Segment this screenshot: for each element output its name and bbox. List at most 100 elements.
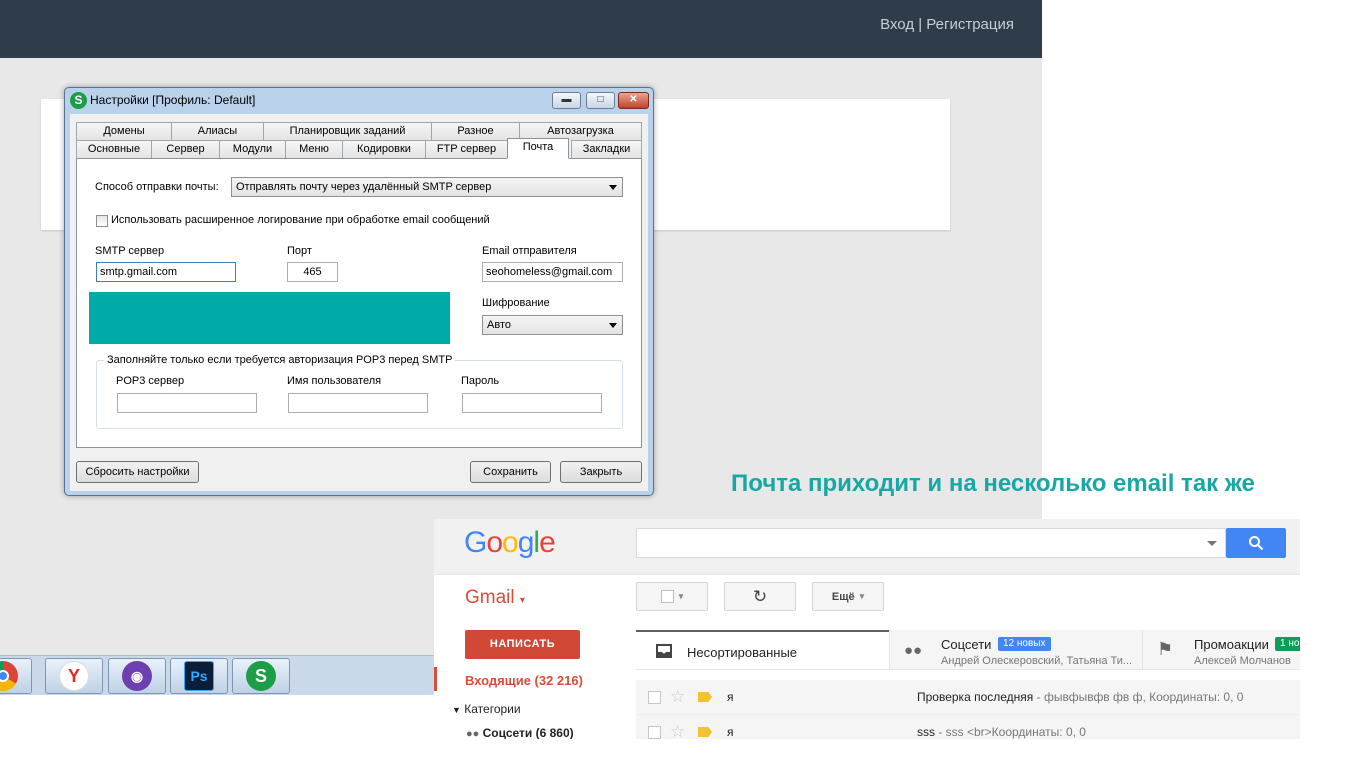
tab-social-senders: Андрей Олескеровский, Татьяна Ти... [941, 655, 1133, 667]
app-logo-icon: S [70, 92, 87, 109]
logo-letter: o [502, 526, 519, 559]
logo-letter: o [486, 526, 503, 559]
send-method-select[interactable]: Отправлять почту через удалённый SMTP се… [231, 177, 623, 197]
password-label: Пароль [461, 375, 500, 387]
taskbar-photoshop-button[interactable]: Ps [170, 658, 228, 694]
sender-email-label: Email отправителя [482, 245, 577, 257]
mail-tab-panel: Способ отправки почты: Отправлять почту … [76, 158, 642, 448]
smtp-server-input[interactable]: smtp.gmail.com [96, 262, 236, 282]
tab-ftp-server[interactable]: FTP сервер [425, 140, 508, 158]
more-button[interactable]: Ещё ▾ [812, 582, 884, 611]
maximize-button[interactable]: □ [586, 92, 615, 109]
inbox-folder[interactable]: Входящие (32 216) [465, 673, 583, 688]
new-count-badge: 1 но [1275, 637, 1300, 651]
dialog-titlebar[interactable]: S Настройки [Профиль: Default] ▬ □ ✕ [65, 88, 653, 114]
gmail-window: Google Gmail ▾ ▾ ↻ Ещё ▾ НАПИСАТЬ Входящ… [434, 519, 1300, 739]
password-input[interactable] [462, 393, 602, 413]
tab-social[interactable]: ●● Соцсети 12 новых Андрей Олескеровский… [889, 630, 1142, 670]
caret-down-icon: ▾ [859, 591, 865, 601]
search-button[interactable] [1226, 528, 1286, 558]
more-button-label: Ещё [831, 590, 855, 603]
compose-button[interactable]: НАПИСАТЬ [465, 630, 580, 659]
email-sender: я [727, 690, 734, 704]
save-button[interactable]: Сохранить [470, 461, 551, 483]
importance-icon[interactable] [698, 692, 712, 702]
email-subject-line: sss - sss <br>Координаты: 0, 0 [917, 725, 1086, 739]
gmail-search-input[interactable] [636, 528, 1226, 558]
tab-menu[interactable]: Меню [285, 140, 343, 158]
extended-logging-checkbox[interactable] [96, 215, 108, 227]
tab-modules[interactable]: Модули [219, 140, 286, 158]
tab-promotions[interactable]: ⚑ Промоакции 1 но Алексей Молчанов [1142, 630, 1300, 670]
site-header: Вход | Регистрация [0, 0, 1042, 58]
social-folder[interactable]: ●● Соцсети (6 860) [466, 726, 574, 739]
search-icon [1249, 536, 1264, 551]
categories-folder[interactable]: ▼ Категории [452, 702, 521, 716]
gmail-header: Google [434, 519, 1300, 575]
encryption-select[interactable]: Авто [482, 315, 623, 335]
username-label: Имя пользователя [287, 375, 382, 387]
email-row[interactable]: ☆ я Проверка последняя - фывфывфв фв ф, … [636, 680, 1300, 715]
port-input[interactable]: 465 [287, 262, 338, 282]
tab-promotions-title: Промоакции [1194, 637, 1269, 652]
email-checkbox[interactable] [648, 691, 661, 704]
encryption-value: Авто [487, 319, 511, 331]
login-register-link[interactable]: Вход | Регистрация [880, 16, 1014, 33]
tab-aliases[interactable]: Алиасы [171, 122, 264, 140]
google-logo[interactable]: Google [464, 526, 556, 560]
inbox-icon [656, 644, 672, 658]
close-button[interactable]: Закрыть [560, 461, 642, 483]
tab-promotions-senders: Алексей Молчанов [1194, 655, 1291, 667]
encryption-label: Шифрование [482, 297, 550, 309]
new-count-badge: 12 новых [998, 637, 1051, 651]
taskbar-github-button[interactable]: ◉ [108, 658, 166, 694]
pop3-server-input[interactable] [117, 393, 257, 413]
dialog-title: Настройки [Профиль: Default] [90, 93, 256, 107]
taskbar-yandex-button[interactable]: Y [45, 658, 103, 694]
reset-settings-button[interactable]: Сбросить настройки [76, 461, 199, 483]
checkbox-icon [660, 590, 674, 603]
tab-server[interactable]: Сервер [151, 140, 220, 158]
email-row[interactable]: ☆ я sss - sss <br>Координаты: 0, 0 [636, 715, 1300, 739]
taskbar-chrome-button[interactable] [0, 658, 32, 694]
tab-general[interactable]: Основные [76, 140, 152, 158]
username-input[interactable] [288, 393, 428, 413]
tab-mail[interactable]: Почта [507, 138, 569, 159]
sender-email-input[interactable]: seohomeless@gmail.com [482, 262, 623, 282]
tab-bookmarks[interactable]: Закладки [571, 140, 642, 158]
star-icon[interactable]: ☆ [670, 722, 685, 739]
pop3-group-title: Заполняйте только если требуется авториз… [104, 354, 456, 366]
refresh-button[interactable]: ↻ [724, 582, 796, 611]
email-subject: Проверка последняя [917, 690, 1034, 704]
logo-letter: e [539, 526, 556, 559]
github-icon: ◉ [122, 661, 152, 691]
tab-social-title: Соцсети [941, 637, 992, 652]
search-options-icon[interactable] [1207, 541, 1217, 546]
tab-primary[interactable]: Несортированные [636, 630, 889, 670]
settings-dialog: S Настройки [Профиль: Default] ▬ □ ✕ Дом… [64, 87, 654, 496]
pop3-server-label: POP3 сервер [116, 375, 185, 387]
taskbar-seo-app-button[interactable]: S [232, 658, 290, 694]
email-subject: sss [917, 725, 935, 739]
email-sender: я [727, 725, 734, 739]
select-checkbox-button[interactable]: ▾ [636, 582, 708, 611]
tab-scheduler[interactable]: Планировщик заданий [263, 122, 432, 140]
gmail-app-switcher[interactable]: Gmail ▾ [465, 587, 525, 609]
star-icon[interactable]: ☆ [670, 687, 685, 707]
logo-letter: G [464, 526, 487, 559]
chrome-icon [0, 661, 18, 691]
caret-down-icon: ▾ [678, 591, 684, 601]
importance-icon[interactable] [698, 727, 712, 737]
seo-app-icon: S [246, 661, 276, 691]
tab-domains[interactable]: Домены [76, 122, 172, 140]
photoshop-icon: Ps [184, 661, 214, 691]
chevron-down-icon [609, 185, 617, 190]
caret-down-icon: ▼ [452, 705, 461, 715]
close-window-button[interactable]: ✕ [618, 92, 649, 109]
tab-encodings[interactable]: Кодировки [342, 140, 426, 158]
minimize-button[interactable]: ▬ [552, 92, 581, 109]
email-snippet: - фывфывфв фв ф, Координаты: 0, 0 [1033, 690, 1244, 704]
refresh-icon: ↻ [752, 586, 768, 606]
email-checkbox[interactable] [648, 726, 661, 739]
email-subject-line: Проверка последняя - фывфывфв фв ф, Коор… [917, 690, 1243, 704]
